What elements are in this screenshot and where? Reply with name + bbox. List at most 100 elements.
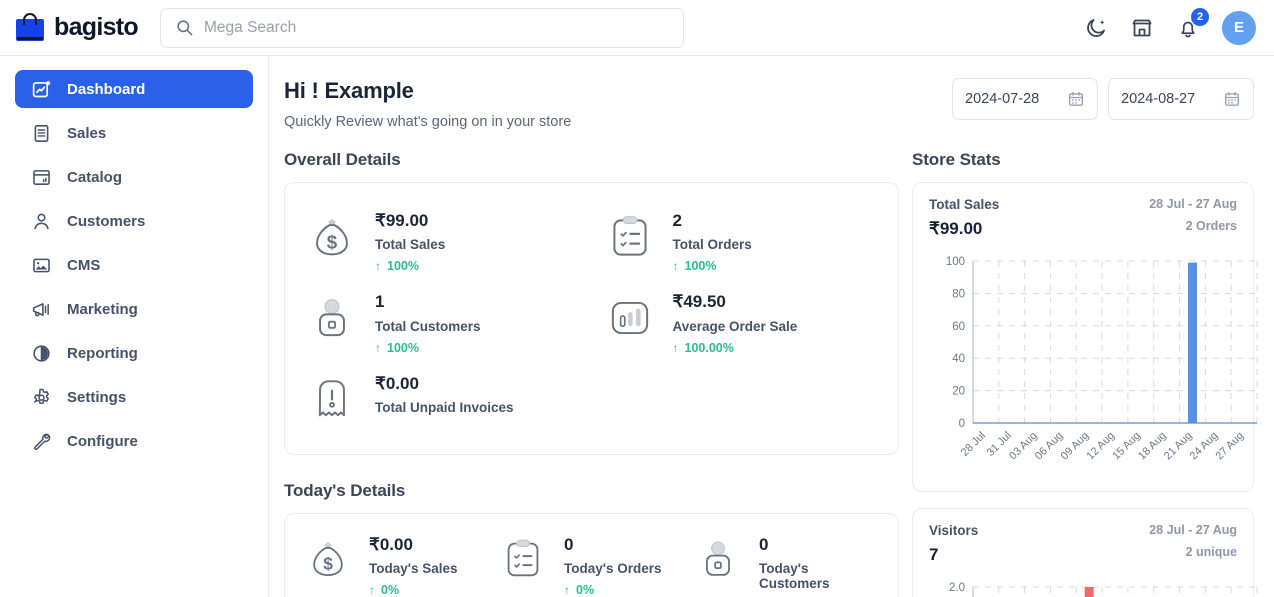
todays-metrics-grid: $ ₹0.00 Today's Sales ↑ 0% 0 Today's Ord… <box>285 514 898 597</box>
metric-value: 2 <box>672 211 682 230</box>
customer-icon <box>706 540 730 576</box>
svg-text:2.0: 2.0 <box>949 582 965 594</box>
pie-chart-icon <box>33 344 50 362</box>
total-sales-plot[interactable]: 0 20 40 60 80 100 28 Jul 31 Jul 03 Aug 06 Aug 09 A… <box>929 253 1258 481</box>
metric-delta-value: 100.00% <box>684 340 734 355</box>
page-subtitle: Quickly Review what's going on in your s… <box>284 114 572 130</box>
calendar-icon <box>1069 91 1083 106</box>
date-to-input[interactable]: 2024-08-27 <box>1108 78 1254 120</box>
metric-value: ₹0.00 <box>375 373 419 393</box>
visitors-card-meta: 28 Jul - 27 Aug 2 unique <box>1149 523 1237 559</box>
total-sales-bar-chart: 02040608010028 Jul31 Jul03 Aug06 Aug09 A… <box>946 256 1258 463</box>
sidebar-item-label: Configure <box>67 432 138 450</box>
svg-text:21 Aug: 21 Aug <box>1162 430 1195 463</box>
money-bag-icon: $ <box>316 218 348 256</box>
svg-text:100: 100 <box>946 256 965 268</box>
avatar[interactable]: E <box>1222 10 1256 45</box>
visitors-plot[interactable]: 1.62.0 <box>929 579 1258 597</box>
visitors-chart-card: Visitors 7 28 Jul - 27 Aug 2 unique 1.62… <box>912 508 1258 597</box>
metric-label: Today's Sales <box>369 560 458 576</box>
svg-text:03 Aug: 03 Aug <box>1007 430 1040 463</box>
dashboard-chart-icon <box>32 80 51 97</box>
metric-delta-value: 100% <box>387 259 419 274</box>
metric-todays-orders: 0 Today's Orders ↑ 0% <box>498 530 685 597</box>
sidebar-item-dashboard[interactable]: Dashboard <box>15 70 253 108</box>
svg-text:27 Aug: 27 Aug <box>1213 430 1246 463</box>
page-title: Hi ! Example <box>284 78 414 103</box>
metric-delta: ↑ 0% <box>369 583 458 597</box>
metric-total-unpaid-invoices: ₹0.00 Total Unpaid Invoices <box>305 364 593 436</box>
date-from-input[interactable]: 2024-07-28 <box>952 78 1098 120</box>
todays-details-heading: Today's Details <box>284 480 406 500</box>
svg-text:12 Aug: 12 Aug <box>1084 430 1117 463</box>
page-header: Hi ! Example Quickly Review what's going… <box>284 78 1254 130</box>
sidebar-item-sales[interactable]: Sales <box>15 114 253 152</box>
svg-text:0: 0 <box>959 418 965 430</box>
invoice-alert-icon <box>318 379 345 416</box>
svg-text:06 Aug: 06 Aug <box>1033 430 1066 463</box>
metric-delta-value: 100% <box>387 340 419 355</box>
svg-text:09 Aug: 09 Aug <box>1059 430 1092 463</box>
svg-text:20: 20 <box>952 386 965 398</box>
gear-icon <box>34 388 49 404</box>
money-bag-icon: $ <box>313 541 343 576</box>
sidebar-item-label: CMS <box>67 256 101 274</box>
brand-logo[interactable]: bagisto <box>0 12 148 43</box>
svg-text:15 Aug: 15 Aug <box>1110 430 1143 463</box>
card-total-value: ₹99.00 <box>929 219 983 238</box>
card-subcount: 2 unique <box>1185 545 1237 559</box>
metric-value: 0 <box>564 534 574 554</box>
moon-icon[interactable] <box>1084 16 1108 40</box>
store-stats-heading: Store Stats <box>912 150 1001 169</box>
sidebar: Dashboard Sales Catalog Customers CMS Ma… <box>0 56 269 597</box>
svg-text:$: $ <box>323 553 333 573</box>
store-front-icon[interactable] <box>1130 16 1154 40</box>
metric-label: Today's Customers <box>759 560 830 591</box>
document-lines-icon <box>34 124 49 142</box>
sidebar-item-marketing[interactable]: Marketing <box>15 290 253 328</box>
sidebar-item-settings[interactable]: Settings <box>15 378 253 416</box>
notifications-button[interactable]: 2 <box>1176 7 1209 40</box>
sidebar-item-customers[interactable]: Customers <box>15 202 253 240</box>
main-content: Hi ! Example Quickly Review what's going… <box>269 56 1274 597</box>
calendar-icon <box>1225 91 1239 106</box>
sidebar-item-cms[interactable]: CMS <box>15 246 253 284</box>
metric-label: Average Order Sale <box>672 318 798 334</box>
card-date-range: 28 Jul - 27 Aug <box>1149 197 1237 211</box>
metric-value: 0 <box>759 534 769 554</box>
metric-delta: ↑ 100.00% <box>673 341 798 355</box>
image-icon <box>33 258 50 272</box>
sidebar-item-label: Settings <box>67 388 127 406</box>
metric-value: ₹0.00 <box>369 534 413 554</box>
todays-details-card: $ ₹0.00 Today's Sales ↑ 0% 0 Today's Ord… <box>284 512 899 597</box>
search-icon <box>177 20 193 36</box>
metric-label: Today's Orders <box>564 560 662 576</box>
search-input[interactable]: Mega Search <box>160 7 684 48</box>
sidebar-item-label: Dashboard <box>67 80 146 98</box>
arrow-up-icon: ↑ <box>375 340 381 355</box>
svg-text:24 Aug: 24 Aug <box>1188 430 1221 463</box>
user-icon <box>34 213 49 229</box>
metric-value: 1 <box>375 292 385 312</box>
sidebar-item-label: Catalog <box>67 168 123 186</box>
metric-label: Total Sales <box>375 237 446 253</box>
visitors-bar-chart: 1.62.0 <box>949 582 1258 597</box>
sidebar-item-configure[interactable]: Configure <box>15 422 253 460</box>
sidebar-item-reporting[interactable]: Reporting <box>15 334 253 372</box>
metric-delta: ↑ 100% <box>375 341 481 355</box>
arrow-up-icon: ↑ <box>375 259 381 274</box>
metric-average-order-sale: ₹49.50 Average Order Sale ↑ 100.00% <box>603 282 891 363</box>
sidebar-item-label: Marketing <box>67 300 138 318</box>
sidebar-item-catalog[interactable]: Catalog <box>15 158 253 196</box>
metric-value: ₹49.50 <box>672 292 726 312</box>
visitors-card-header: Visitors 7 28 Jul - 27 Aug 2 unique <box>929 523 1237 565</box>
metric-total-customers: 1 Total Customers ↑ 100% <box>305 282 593 363</box>
total-sales-card-meta: 28 Jul - 27 Aug 2 Orders <box>1149 197 1237 233</box>
card-title: Total Sales <box>929 197 1000 212</box>
arrow-up-icon: ↑ <box>672 259 679 274</box>
search-placeholder: Mega Search <box>204 18 297 36</box>
metric-delta: ↑ 100% <box>673 259 752 273</box>
dashboard-columns: Overall Details $ ₹99.00 Total Sales ↑ 1… <box>284 150 1258 597</box>
overall-details-card: $ ₹99.00 Total Sales ↑ 100% 2 Total Orde… <box>284 182 899 455</box>
arrow-up-icon: ↑ <box>369 582 375 597</box>
